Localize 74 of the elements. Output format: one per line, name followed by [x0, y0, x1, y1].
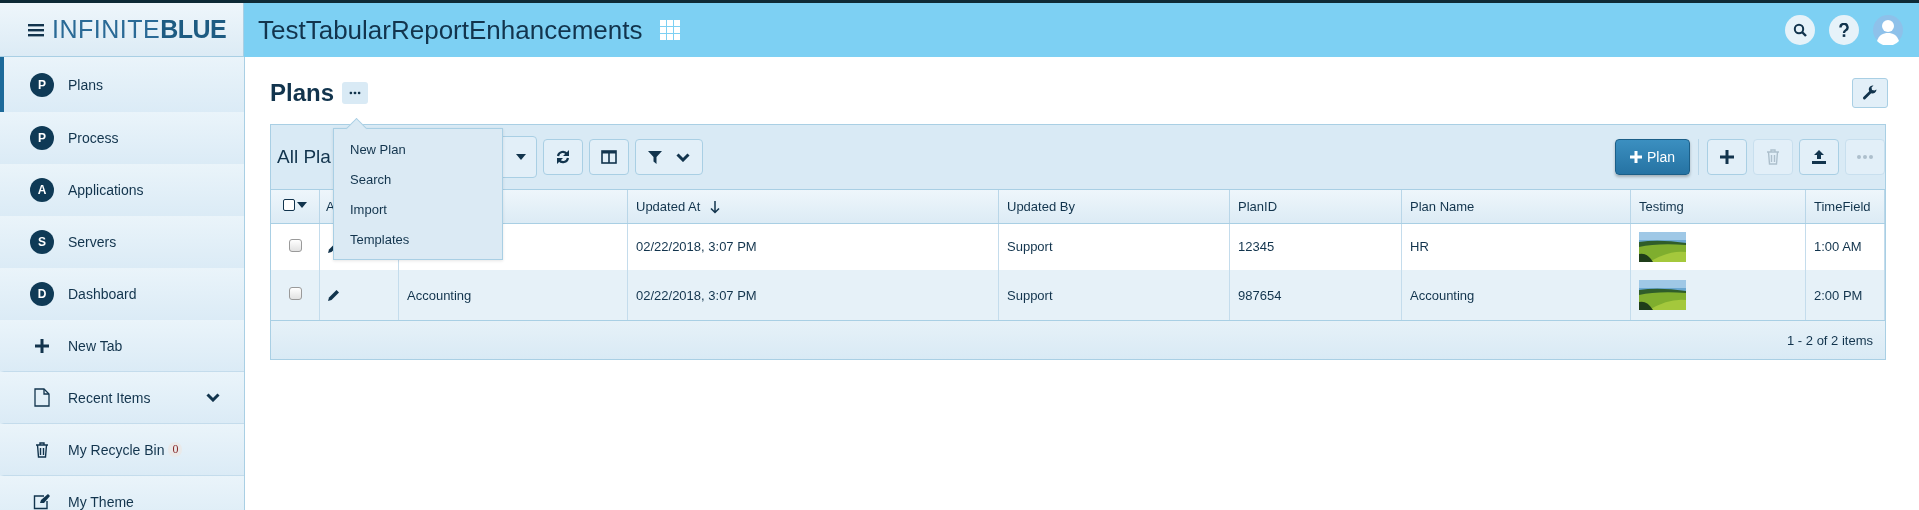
- edit-icon: [33, 493, 51, 510]
- row-checkbox[interactable]: [288, 287, 302, 300]
- plus-icon: [1629, 151, 1642, 163]
- refresh-icon: [555, 150, 570, 164]
- sidebar-item[interactable]: A Applications: [0, 164, 244, 216]
- refresh-button[interactable]: [542, 139, 583, 175]
- filter-icon: [647, 150, 662, 164]
- header-cell: Testimg: [1630, 190, 1806, 223]
- table-cell: Support: [1007, 239, 1053, 255]
- wrench-icon: [1862, 85, 1878, 101]
- table-cell: Accounting: [1410, 287, 1475, 303]
- header-cell: Updated By: [998, 190, 1230, 223]
- sidebar-item[interactable]: New Tab: [0, 320, 244, 372]
- count-badge: 0: [168, 442, 183, 457]
- table-cell: HR: [1410, 239, 1429, 255]
- table-cell: 02/22/2018, 3:07 PM: [636, 287, 757, 303]
- columns-button[interactable]: [588, 139, 629, 175]
- table-cell: Accounting: [407, 287, 472, 303]
- sidebar-item[interactable]: S Servers: [0, 216, 244, 268]
- caret-icon: [515, 154, 526, 160]
- header-cell[interactable]: Updated At: [627, 190, 999, 223]
- letter-badge: P: [30, 126, 54, 150]
- sidebar-item[interactable]: My Theme: [0, 476, 244, 510]
- trash-icon: [1766, 149, 1780, 165]
- more-icon: [1857, 155, 1873, 159]
- sidebar-item[interactable]: D Dashboard: [0, 268, 244, 320]
- table-cell: 02/22/2018, 3:07 PM: [636, 239, 757, 255]
- logo: INFINITEBLUE: [52, 15, 227, 44]
- help-icon: [1839, 23, 1849, 37]
- columns-icon: [600, 150, 617, 164]
- view-title: All Pla: [277, 146, 331, 168]
- table-cell: 1:00 AM: [1814, 239, 1862, 255]
- menu-item[interactable]: Templates: [334, 225, 502, 255]
- letter-badge: D: [30, 282, 54, 306]
- header-cell: TimeField: [1805, 190, 1885, 223]
- table-cell: 987654: [1238, 287, 1282, 303]
- export-button[interactable]: [1799, 139, 1839, 175]
- app-title: TestTabularReportEnhancements: [258, 14, 643, 46]
- letter-badge: P: [30, 72, 54, 97]
- add-button[interactable]: [1707, 139, 1747, 175]
- caret-icon: [297, 201, 307, 208]
- select-all-checkbox[interactable]: [283, 198, 295, 211]
- header-cell: Plan Name: [1401, 190, 1631, 223]
- trash-icon: [35, 441, 49, 458]
- filter-button[interactable]: [634, 139, 703, 175]
- sidebar-item[interactable]: P Process: [0, 112, 244, 164]
- sidebar-item[interactable]: My Recycle Bin 0: [0, 424, 244, 476]
- table-cell: Support: [1007, 287, 1053, 303]
- menu-icon[interactable]: [28, 22, 44, 37]
- pencil-icon[interactable]: [328, 289, 340, 301]
- letter-badge: S: [30, 230, 54, 254]
- help-button[interactable]: [1829, 15, 1859, 45]
- search-icon: [1793, 23, 1807, 37]
- menu-item[interactable]: New Plan: [334, 135, 502, 165]
- chevron-down-icon: [675, 152, 690, 162]
- sidebar-item[interactable]: Recent Items: [0, 372, 244, 424]
- letter-badge: A: [30, 178, 54, 202]
- plus-icon: [1720, 150, 1734, 164]
- row-checkbox[interactable]: [288, 238, 302, 252]
- document-icon: [34, 388, 50, 407]
- header-cell: PlanID: [1229, 190, 1402, 223]
- table-cell: 12345: [1238, 239, 1275, 255]
- page-title: Plans: [270, 79, 335, 107]
- select-all-dropdown[interactable]: [283, 198, 307, 211]
- more-icon: [349, 91, 361, 95]
- new-plan-button[interactable]: Plan: [1614, 139, 1690, 175]
- plus-icon: [35, 338, 49, 353]
- search-button[interactable]: [1785, 15, 1815, 45]
- upload-icon: [1812, 150, 1826, 164]
- pager-info: 1 - 2 of 2 items: [1787, 332, 1873, 348]
- chevron-down-icon[interactable]: [206, 393, 220, 402]
- table-cell: 2:00 PM: [1814, 287, 1863, 303]
- settings-button[interactable]: [1852, 78, 1888, 108]
- sidebar-item[interactable]: P Plans: [0, 57, 244, 112]
